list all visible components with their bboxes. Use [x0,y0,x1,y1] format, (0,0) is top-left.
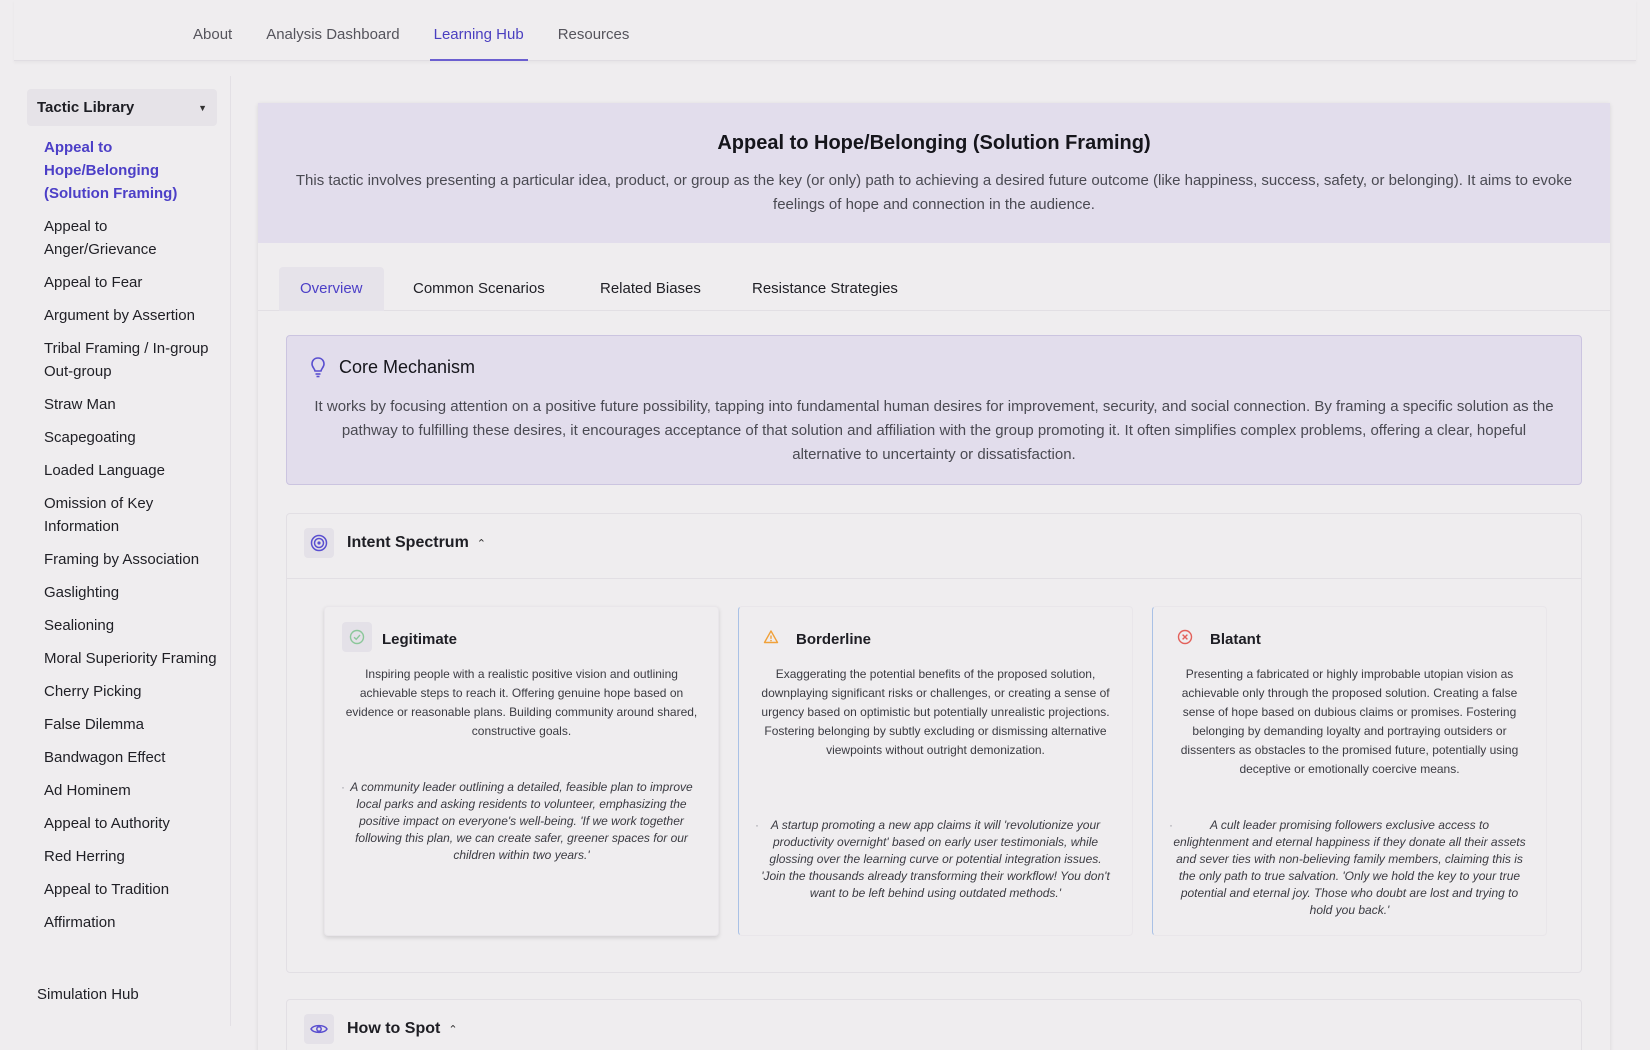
page-title: Appeal to Hope/Belonging (Solution Frami… [717,132,1151,154]
legitimate-description: Inspiring people with a realistic positi… [345,667,698,738]
core-mechanism-header: Core Mechanism [308,356,475,378]
tactic-library-title: Tactic Library [37,99,135,116]
chevron-up-icon: ⌃ [448,1023,458,1036]
sidebar-item-simulation-hub[interactable]: Simulation Hub [37,986,139,1003]
sidebar-item-appeal-to-authority[interactable]: Appeal to Authority [44,812,219,835]
sidebar-item-framing-by-association[interactable]: Framing by Association [44,548,219,571]
legitimate-card: Legitimate Inspiring people with a reali… [324,606,719,936]
sidebar-item-appeal-to-hope[interactable]: Appeal to Hope/Belonging (Solution Frami… [44,136,219,205]
check-circle-icon [342,622,372,652]
sidebar-item-tribal-framing[interactable]: Tribal Framing / In-group Out-group [44,337,219,383]
x-circle-icon [1170,622,1200,652]
target-icon [304,528,334,558]
chevron-up-icon: ⌃ [476,537,487,550]
sidebar-item-sealioning[interactable]: Sealioning [44,614,219,637]
tactic-detail-card: Appeal to Hope/Belonging (Solution Frami… [258,103,1610,1050]
tab-related-biases[interactable]: Related Biases [579,267,722,311]
blatant-description: Presenting a fabricated or highly improb… [1180,667,1519,776]
blatant-title: Blatant [1210,630,1261,648]
intent-spectrum-toggle[interactable]: Intent Spectrum ⌃ [304,528,486,558]
legitimate-header: Legitimate [342,622,457,652]
borderline-title: Borderline [796,630,872,648]
tab-resources[interactable]: Resources [554,0,634,61]
how-to-spot-toggle[interactable]: How to Spot ⌃ [304,1014,458,1044]
tactic-hero: Appeal to Hope/Belonging (Solution Frami… [258,103,1610,243]
sub-tabs: Overview Common Scenarios Related Biases… [258,243,1610,311]
sidebar-item-bandwagon-effect[interactable]: Bandwagon Effect [44,746,219,769]
sidebar-item-omission[interactable]: Omission of Key Information [44,492,219,538]
tab-about[interactable]: About [189,0,236,61]
sidebar: Tactic Library ▼ Appeal to Hope/Belongin… [27,76,231,1026]
core-mechanism-panel: Core Mechanism It works by focusing atte… [286,335,1582,485]
intent-spectrum-title: Intent Spectrum [347,534,469,551]
sidebar-item-ad-hominem[interactable]: Ad Hominem [44,779,219,802]
sidebar-item-affirmation[interactable]: Affirmation [44,911,219,934]
blatant-card: Blatant Presenting a fabricated or highl… [1152,606,1547,936]
sidebar-item-false-dilemma[interactable]: False Dilemma [44,713,219,736]
core-mechanism-text: It works by focusing attention on a posi… [314,398,1554,463]
intent-spectrum-section: Intent Spectrum ⌃ Legitimate Inspiring p… [286,513,1582,973]
section-divider [287,578,1581,579]
sidebar-item-gaslighting[interactable]: Gaslighting [44,581,219,604]
eye-icon [304,1014,334,1044]
sidebar-item-appeal-to-fear[interactable]: Appeal to Fear [44,271,219,294]
sidebar-item-scapegoating[interactable]: Scapegoating [44,426,219,449]
borderline-description: Exaggerating the potential benefits of t… [761,667,1110,757]
tactic-library-toggle[interactable]: Tactic Library ▼ [27,89,217,126]
borderline-header: Borderline [756,622,871,652]
core-mechanism-title: Core Mechanism [339,356,476,377]
how-to-spot-section: How to Spot ⌃ [286,999,1582,1050]
sidebar-item-loaded-language[interactable]: Loaded Language [44,459,219,482]
blatant-example: A cult leader promising followers exclus… [1169,817,1528,919]
sidebar-item-cherry-picking[interactable]: Cherry Picking [44,680,219,703]
tab-overview[interactable]: Overview [279,267,384,311]
borderline-example: A startup promoting a new app claims it … [755,817,1114,902]
legitimate-title: Legitimate [382,630,458,648]
tactic-description: This tactic involves presenting a partic… [295,172,1573,213]
sidebar-item-straw-man[interactable]: Straw Man [44,393,219,416]
top-nav-tabs: About Analysis Dashboard Learning Hub Re… [189,0,659,61]
tactic-list: Appeal to Hope/Belonging (Solution Frami… [44,136,219,944]
blatant-header: Blatant [1170,622,1261,652]
sidebar-item-appeal-to-anger[interactable]: Appeal to Anger/Grievance [44,215,219,261]
tab-resistance-strategies[interactable]: Resistance Strategies [731,267,919,311]
caret-down-icon: ▼ [198,102,207,113]
tab-analysis-dashboard[interactable]: Analysis Dashboard [262,0,403,61]
tab-common-scenarios[interactable]: Common Scenarios [392,267,566,311]
tab-learning-hub[interactable]: Learning Hub [429,0,528,61]
sidebar-item-red-herring[interactable]: Red Herring [44,845,219,868]
lightbulb-icon [311,357,325,378]
legitimate-example: A community leader outlining a detailed,… [341,779,700,864]
warning-triangle-icon [756,622,786,652]
sidebar-item-argument-by-assertion[interactable]: Argument by Assertion [44,304,219,327]
sidebar-item-moral-superiority[interactable]: Moral Superiority Framing [44,647,219,670]
sidebar-item-appeal-to-tradition[interactable]: Appeal to Tradition [44,878,219,901]
borderline-card: Borderline Exaggerating the potential be… [738,606,1133,936]
top-nav: About Analysis Dashboard Learning Hub Re… [14,0,1636,61]
how-to-spot-title: How to Spot [347,1020,441,1037]
